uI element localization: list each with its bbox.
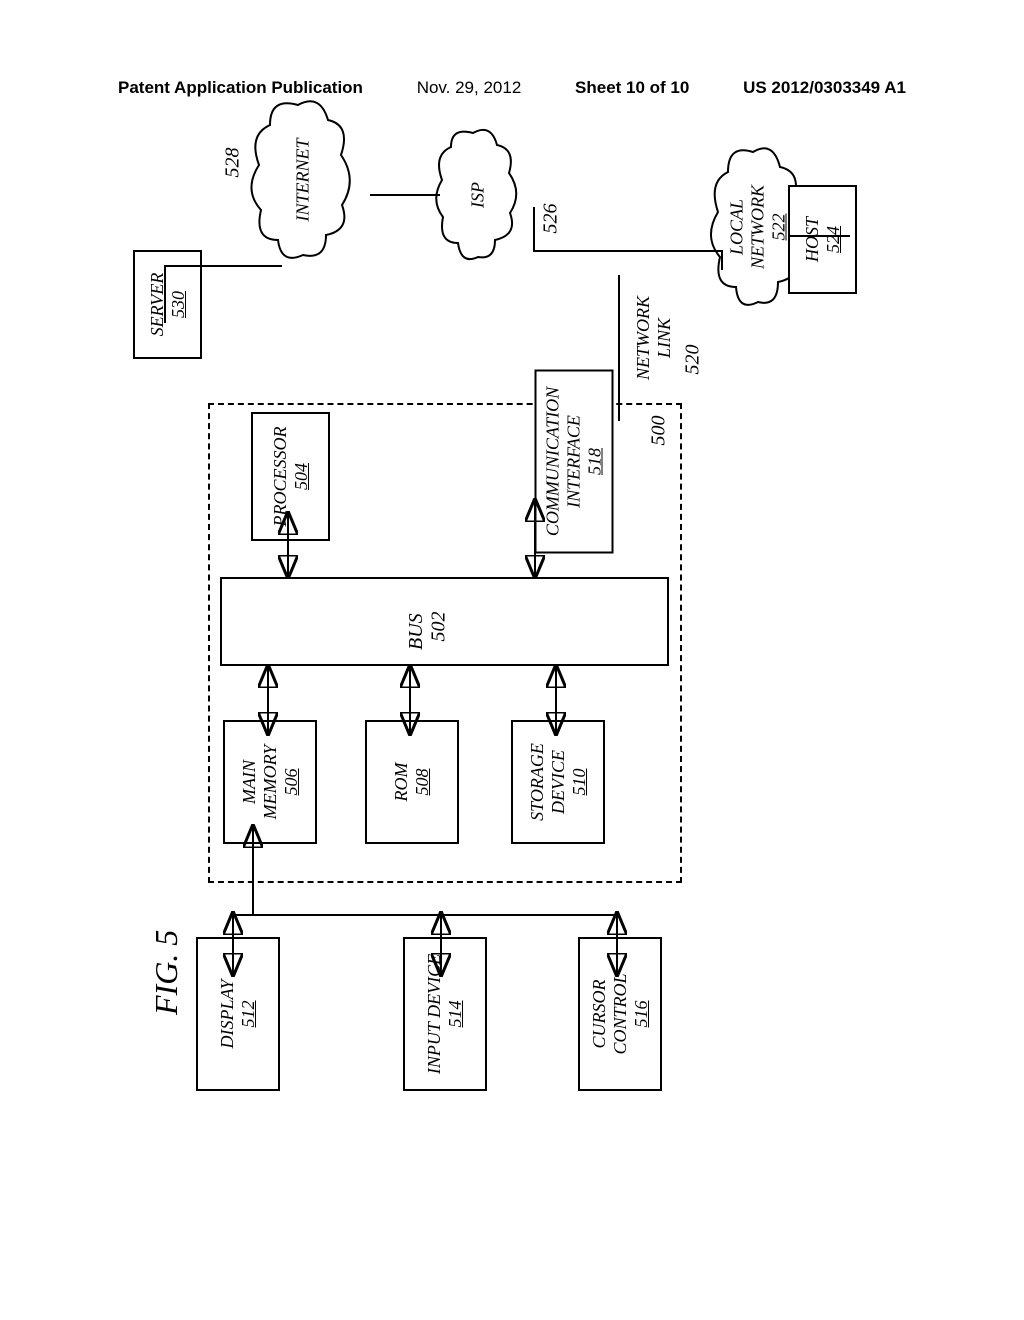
system-ref: 500 <box>648 416 671 446</box>
main-memory-box: MAIN MEMORY 506 <box>223 720 317 844</box>
processor-box: PROCESSOR 504 <box>251 412 330 541</box>
network-link-ref: 520 <box>682 345 705 375</box>
internet-cloud: INTERNET <box>248 95 358 265</box>
bus-label: BUS <box>405 613 428 650</box>
bus-ref: 502 <box>428 612 451 642</box>
isp-cloud: ISP <box>433 125 523 265</box>
internet-ref: 528 <box>222 148 245 178</box>
input-device-box: INPUT DEVICE 514 <box>403 937 487 1091</box>
page-header: Patent Application Publication Nov. 29, … <box>0 0 1024 108</box>
figure-label: FIG. 5 <box>148 930 185 1015</box>
cursor-control-box: CURSOR CONTROL 516 <box>578 937 662 1091</box>
header-sheet: Sheet 10 of 10 <box>575 78 689 98</box>
storage-device-box: STORAGE DEVICE 510 <box>511 720 605 844</box>
isp-ref: 526 <box>540 204 563 234</box>
header-pub: US 2012/0303349 A1 <box>743 78 906 98</box>
figure-area: FIG. 5 DISPLAY 512 INPUT DEVICE 514 CURS… <box>118 135 908 1135</box>
display-box: DISPLAY 512 <box>196 937 280 1091</box>
rom-box: ROM 508 <box>365 720 459 844</box>
host-box: HOST 524 <box>788 185 857 294</box>
communication-interface-box: COMMUNICATION INTERFACE 518 <box>535 370 614 554</box>
network-link-label: NETWORK LINK <box>633 296 675 380</box>
header-date: Nov. 29, 2012 <box>417 78 522 98</box>
